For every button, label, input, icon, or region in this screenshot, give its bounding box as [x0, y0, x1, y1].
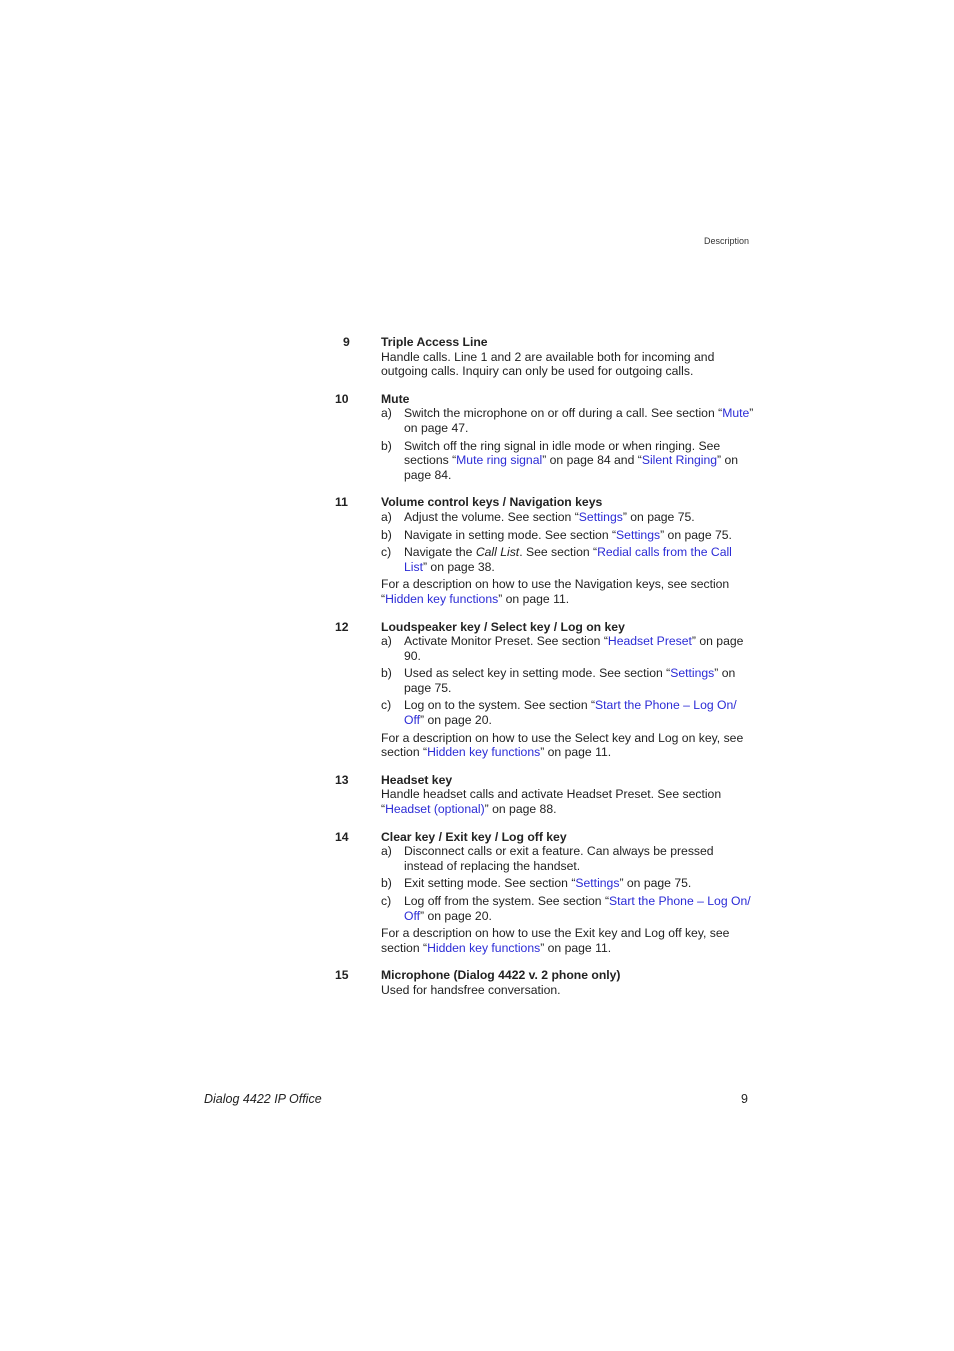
item-text: Adjust the volume. See section “ [404, 509, 579, 524]
item-emphasis: Call List [475, 545, 520, 560]
item-label: a) [381, 509, 392, 524]
section-15: 15 Microphone (Dialog 4422 v. 2 phone on… [335, 968, 755, 997]
item-label: b) [381, 876, 392, 891]
item-label: c) [381, 698, 392, 713]
link-mute[interactable]: Mute [722, 406, 749, 420]
link-hidden-key-functions[interactable]: Hidden key functions [385, 592, 498, 606]
item-text: ” on page 38. [422, 559, 495, 574]
list-item: b) Exit setting mode. See section “Setti… [381, 876, 755, 891]
section-12: 12 Loudspeaker key / Select key / Log on… [335, 620, 755, 760]
item-text: ” on page 75. [619, 876, 692, 891]
list-item: a) Disconnect calls or exit a feature. C… [381, 844, 755, 873]
item-text: Switch the microphone on or off during a… [404, 406, 723, 421]
item-label: b) [381, 527, 392, 542]
link-headset-optional[interactable]: Headset (optional) [385, 802, 485, 816]
note-text: ” on page 11. [498, 591, 570, 606]
item-text: Used as select key in setting mode. See … [404, 666, 671, 681]
link-headset-preset[interactable]: Headset Preset [608, 634, 692, 648]
section-note: For a description on how to use the Navi… [381, 577, 755, 606]
list-item: a) Adjust the volume. See section “Setti… [381, 510, 755, 525]
section-number: 15 [335, 968, 349, 983]
link-settings[interactable]: Settings [575, 876, 619, 890]
link-silent-ringing[interactable]: Silent Ringing [642, 453, 717, 467]
item-text: Exit setting mode. See section “ [404, 876, 576, 891]
link-hidden-key-functions[interactable]: Hidden key functions [427, 941, 540, 955]
list-item: c) Log on to the system. See section “St… [381, 698, 755, 727]
link-settings[interactable]: Settings [670, 666, 714, 680]
item-label: c) [381, 545, 392, 560]
section-title: Volume control keys / Navigation keys [381, 495, 603, 510]
list-item: b) Navigate in setting mode. See section… [381, 528, 755, 543]
item-text: Log off from the system. See section “ [404, 894, 610, 908]
footer-document-title: Dialog 4422 IP Office [204, 1092, 322, 1106]
section-title: Microphone (Dialog 4422 v. 2 phone only) [381, 968, 621, 983]
section-body: Handle headset calls and activate Headse… [381, 787, 755, 816]
list-item: b) Switch off the ring signal in idle mo… [381, 439, 755, 483]
item-text: ” on page 20. [420, 713, 492, 728]
item-label: a) [381, 634, 392, 649]
page-number: 9 [741, 1092, 748, 1106]
section-title: Triple Access Line [381, 335, 488, 349]
list-item: a) Activate Monitor Preset. See section … [381, 634, 755, 663]
section-11: 11 Volume control keys / Navigation keys… [335, 495, 755, 606]
link-hidden-key-functions[interactable]: Hidden key functions [427, 745, 540, 759]
link-mute-ring-signal[interactable]: Mute ring signal [456, 453, 542, 467]
note-text: ” on page 11. [540, 940, 612, 955]
section-number: 11 [335, 495, 348, 510]
list-item: c) Navigate the Call List. See section “… [381, 545, 755, 574]
item-label: b) [381, 666, 392, 681]
section-number: 9 [343, 335, 350, 349]
section-body: Used for handsfree conversation. [381, 982, 561, 997]
list-item: c) Log off from the system. See section … [381, 894, 755, 923]
section-number: 12 [335, 619, 349, 634]
note-text: ” on page 11. [540, 745, 612, 760]
item-text: ” on page 75. [660, 527, 732, 542]
body-text: ” on page 88. [484, 802, 557, 817]
section-title: Mute [381, 391, 410, 406]
list-item: b) Used as select key in setting mode. S… [381, 666, 755, 695]
item-text: . See section “ [519, 545, 598, 560]
item-label: b) [381, 438, 392, 453]
section-14: 14 Clear key / Exit key / Log off key a)… [335, 830, 755, 956]
section-number: 14 [335, 829, 349, 844]
item-text: Navigate the [404, 545, 476, 560]
item-text: ” on page 84 and “ [542, 453, 642, 468]
item-text: ” on page 75. [622, 509, 695, 524]
section-note: For a description on how to use the Exit… [381, 926, 755, 955]
item-text: Activate Monitor Preset. See section “ [404, 634, 608, 649]
section-title: Headset key [381, 772, 453, 787]
section-body: Handle calls. Line 1 and 2 are available… [381, 349, 715, 379]
section-number: 10 [335, 391, 349, 406]
item-label: a) [381, 844, 392, 859]
item-text: ” on page 20. [420, 908, 492, 923]
item-text: Log on to the system. See section “ [404, 698, 596, 713]
item-text: Disconnect calls or exit a feature. Can … [404, 844, 714, 873]
running-header: Description [703, 236, 749, 246]
section-10: 10 Mute a) Switch the microphone on or o… [335, 392, 755, 483]
item-text: Navigate in setting mode. See section “ [404, 527, 617, 542]
section-note: For a description on how to use the Sele… [381, 731, 755, 760]
section-13: 13 Headset key Handle headset calls and … [335, 773, 755, 817]
section-title: Clear key / Exit key / Log off key [381, 829, 567, 844]
section-9: 9 Triple Access Line Handle calls. Line … [335, 335, 755, 379]
description-content: 9 Triple Access Line Handle calls. Line … [335, 335, 755, 1011]
item-label: c) [381, 894, 392, 908]
section-title: Loudspeaker key / Select key / Log on ke… [381, 619, 625, 634]
list-item: a) Switch the microphone on or off durin… [381, 406, 755, 435]
link-settings[interactable]: Settings [579, 510, 623, 524]
link-settings[interactable]: Settings [616, 528, 660, 542]
item-label: a) [381, 406, 392, 421]
section-number: 13 [335, 772, 349, 787]
